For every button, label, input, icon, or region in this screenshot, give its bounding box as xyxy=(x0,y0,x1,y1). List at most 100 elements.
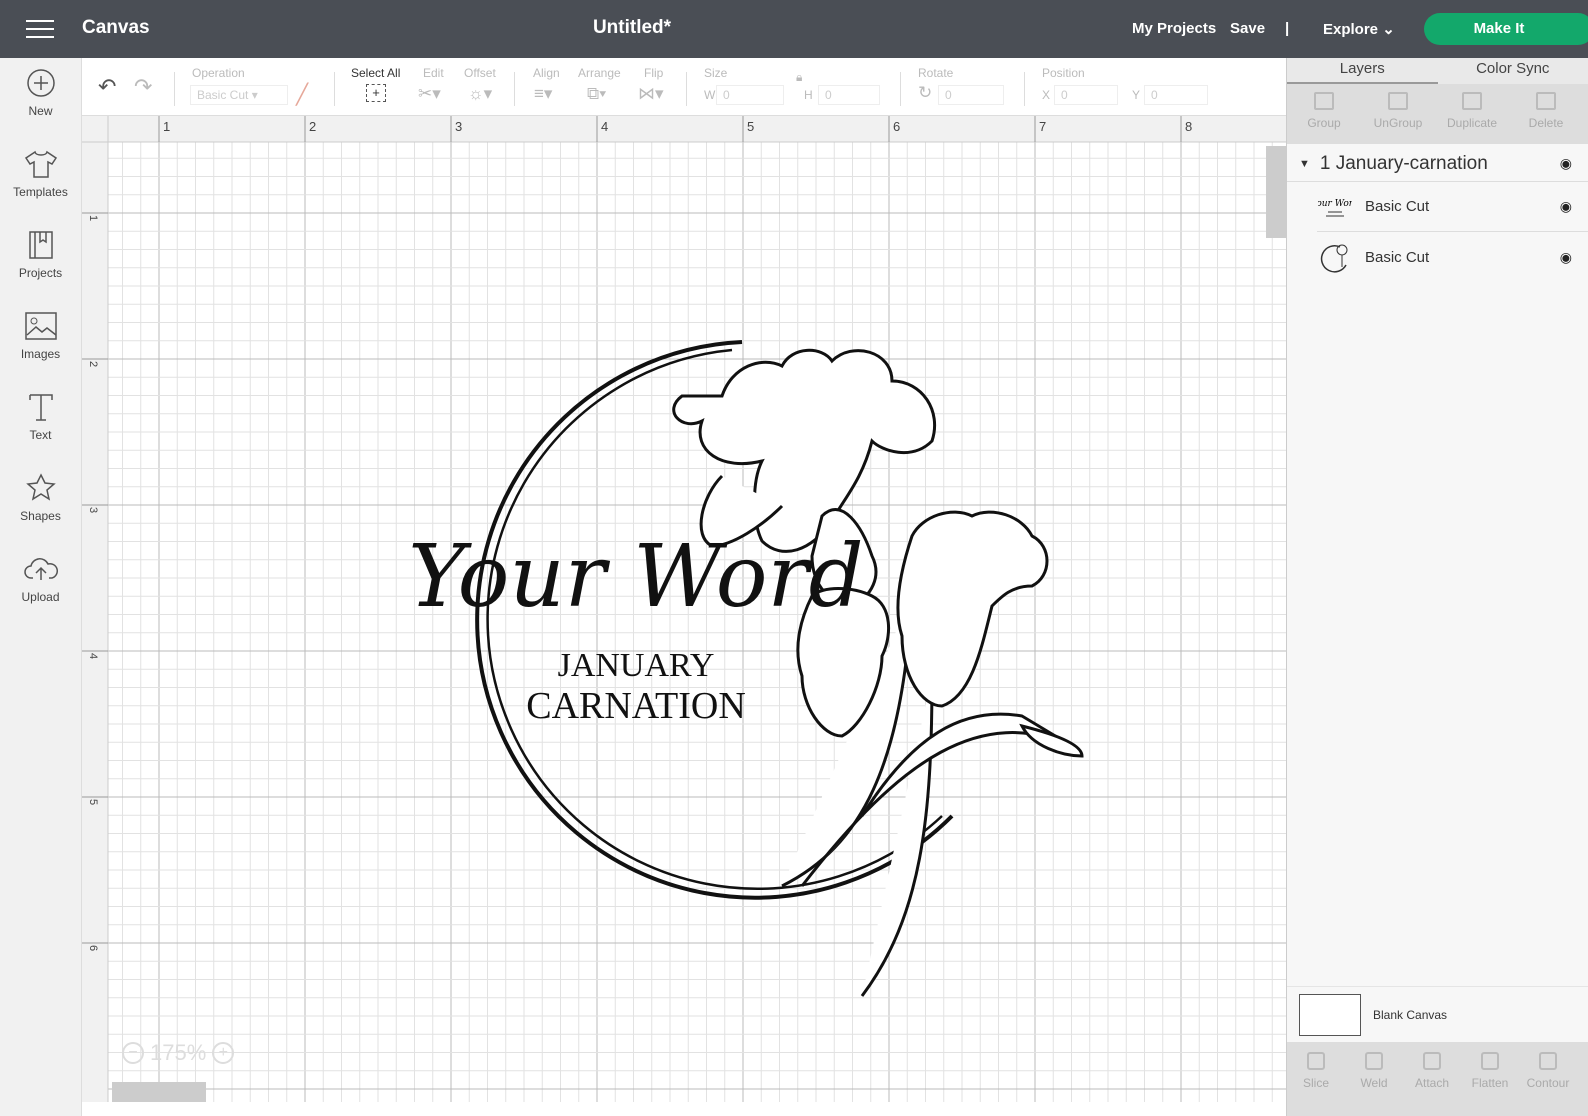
offset-label: Offset xyxy=(464,66,496,80)
script-text: Your Word xyxy=(408,527,863,627)
layer-item[interactable]: Your Word Basic Cut ◉ xyxy=(1317,182,1588,232)
ungroup-button[interactable]: UnGroup xyxy=(1361,84,1435,144)
sidebar-label: Projects xyxy=(18,266,63,280)
width-input[interactable]: 0 xyxy=(716,85,784,105)
shirt-icon xyxy=(24,150,57,178)
group-button[interactable]: Group xyxy=(1287,84,1361,144)
redo-icon[interactable]: ↷ xyxy=(134,74,152,100)
edit-label: Edit xyxy=(423,66,444,80)
layer-item[interactable]: Basic Cut ◉ xyxy=(1317,232,1588,282)
operation-select[interactable]: Basic Cut ▾ xyxy=(190,85,288,105)
width-value: 0 xyxy=(723,88,730,102)
slice-icon xyxy=(1307,1052,1325,1070)
offset-icon[interactable]: ☼▾ xyxy=(468,84,492,104)
sidebar-item-templates[interactable]: Templates xyxy=(0,139,81,220)
align-icon[interactable]: ≡▾ xyxy=(534,84,552,104)
height-value: 0 xyxy=(825,88,832,102)
sidebar-label: New xyxy=(28,104,53,118)
layers-panel: Layers Color Sync Group UnGroup Duplicat… xyxy=(1286,58,1588,1116)
slice-button[interactable]: Slice xyxy=(1287,1042,1345,1116)
sidebar-label: Images xyxy=(20,347,61,361)
duplicate-icon xyxy=(1462,92,1482,110)
width-label: W xyxy=(704,88,716,102)
sidebar-item-projects[interactable]: Projects xyxy=(0,220,81,301)
eye-icon[interactable]: ◉ xyxy=(1560,249,1572,266)
group-label: Group xyxy=(1307,116,1341,130)
eye-icon[interactable]: ◉ xyxy=(1560,198,1572,215)
layer-group[interactable]: ▼ 1 January-carnation ◉ xyxy=(1287,146,1588,182)
y-input[interactable]: 0 xyxy=(1144,85,1208,105)
sidebar-label: Text xyxy=(29,428,52,442)
upload-icon xyxy=(23,558,58,580)
rotate-input[interactable]: 0 xyxy=(938,85,1004,105)
x-value: 0 xyxy=(1061,88,1068,102)
x-input[interactable]: 0 xyxy=(1054,85,1118,105)
tab-color-sync[interactable]: Color Sync xyxy=(1438,58,1588,84)
attach-button[interactable]: Attach xyxy=(1403,1042,1461,1116)
weld-button[interactable]: Weld xyxy=(1345,1042,1403,1116)
design-canvas[interactable]: 12345678123456 Your Word JANUARY CARNATI… xyxy=(82,116,1286,1102)
rotate-label: Rotate xyxy=(918,66,954,80)
left-sidebar: New Templates Projects Images Text Shape… xyxy=(0,58,82,1116)
attach-label: Attach xyxy=(1414,1076,1450,1090)
position-label: Position xyxy=(1042,66,1085,80)
explore-label: Explore xyxy=(1323,21,1379,38)
operation-label: Operation xyxy=(192,66,245,80)
book-icon xyxy=(28,231,53,259)
artwork[interactable]: Your Word JANUARY CARNATION xyxy=(82,116,1286,1102)
flatten-button[interactable]: Flatten xyxy=(1461,1042,1519,1116)
sidebar-item-upload[interactable]: Upload xyxy=(0,544,81,625)
group-name: 1 January-carnation xyxy=(1319,152,1488,174)
layer-thumbnail xyxy=(1317,241,1353,273)
edit-toolbar: ↶ ↷ Operation Basic Cut ▾ ╱ Select All +… xyxy=(82,58,1286,116)
chevron-down-icon: ⌄ xyxy=(1382,21,1395,38)
month-text: JANUARY xyxy=(558,647,715,684)
linetype-color-icon[interactable]: ╱ xyxy=(296,82,308,107)
slice-label: Slice xyxy=(1302,1076,1329,1090)
save-button[interactable]: Save xyxy=(1230,20,1265,37)
canvas-color-swatch[interactable] xyxy=(1299,993,1361,1036)
undo-icon[interactable]: ↶ xyxy=(98,74,116,100)
zoom-in-button[interactable]: + xyxy=(212,1042,235,1064)
tab-layers[interactable]: Layers xyxy=(1287,58,1438,84)
flatten-label: Flatten xyxy=(1471,1076,1509,1090)
zoom-out-button[interactable]: − xyxy=(122,1042,144,1064)
sidebar-item-shapes[interactable]: Shapes xyxy=(0,463,81,544)
ungroup-icon xyxy=(1388,92,1408,110)
horizontal-scrollbar[interactable] xyxy=(112,1082,206,1102)
contour-button[interactable]: Contour xyxy=(1519,1042,1577,1116)
caret-down-icon[interactable]: ▼ xyxy=(1299,158,1310,170)
sidebar-label: Templates xyxy=(13,185,68,199)
lock-icon[interactable]: 🔒︎ xyxy=(796,70,802,85)
plus-icon xyxy=(26,69,55,97)
contour-label: Contour xyxy=(1526,1076,1570,1090)
flatten-icon xyxy=(1481,1052,1499,1070)
layer-thumbnail: Your Word xyxy=(1317,191,1353,223)
vertical-scrollbar[interactable] xyxy=(1266,146,1286,238)
edit-icon[interactable]: ✂▾ xyxy=(418,84,441,104)
sidebar-item-new[interactable]: New xyxy=(0,58,81,139)
flower-text: CARNATION xyxy=(526,685,746,727)
height-input[interactable]: 0 xyxy=(818,85,880,105)
flip-icon[interactable]: ⋈▾ xyxy=(638,84,664,104)
size-label: Size xyxy=(704,66,728,80)
make-it-button[interactable]: Make It xyxy=(1424,13,1588,45)
my-projects-link[interactable]: My Projects xyxy=(1132,20,1216,37)
paperclip-icon xyxy=(1423,1052,1441,1070)
carnation-flowers xyxy=(672,348,1084,997)
flip-label: Flip xyxy=(644,66,664,80)
eye-icon[interactable]: ◉ xyxy=(1560,155,1572,172)
weld-label: Weld xyxy=(1360,1076,1388,1090)
delete-button[interactable]: Delete xyxy=(1509,84,1583,144)
sidebar-item-images[interactable]: Images xyxy=(0,301,81,382)
duplicate-button[interactable]: Duplicate xyxy=(1435,84,1509,144)
blank-canvas-row[interactable]: Blank Canvas xyxy=(1287,986,1588,1042)
duplicate-label: Duplicate xyxy=(1446,116,1498,130)
explore-menu[interactable]: Explore ⌄ xyxy=(1323,20,1395,38)
arrange-icon[interactable]: ⧉▾ xyxy=(587,84,606,104)
rotate-icon: ↻ xyxy=(918,83,933,102)
group-icon xyxy=(1314,92,1334,110)
select-all-button[interactable]: + xyxy=(366,84,386,102)
separator: | xyxy=(1285,20,1290,37)
sidebar-item-text[interactable]: Text xyxy=(0,382,81,463)
